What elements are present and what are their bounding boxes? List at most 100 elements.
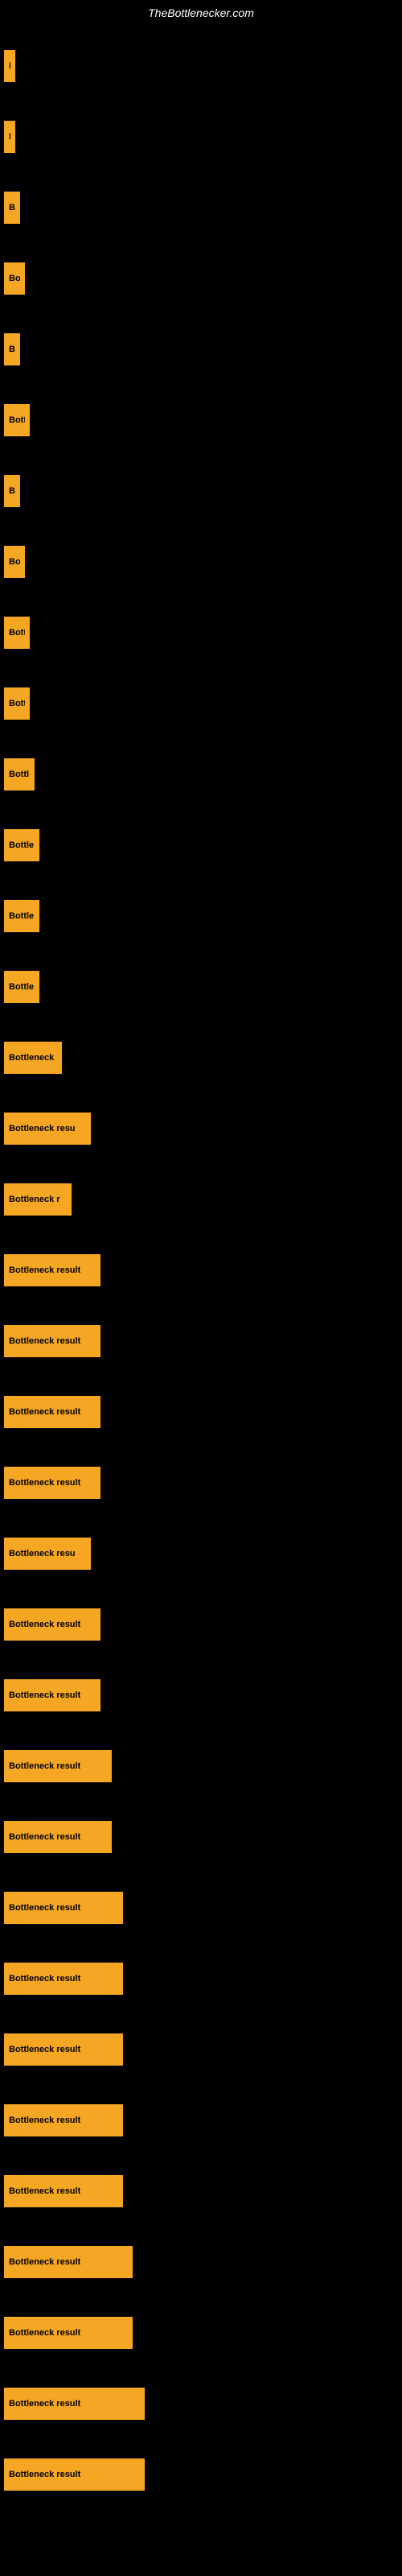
bar-label: Bottleneck result [9, 1265, 80, 1275]
bar-row: Bottleneck r [0, 1164, 402, 1235]
bar-item: Bott [4, 404, 30, 436]
bar-row: Bottleneck result [0, 2156, 402, 2227]
bar-item: Bottleneck result [4, 1396, 100, 1428]
bar-row: Bottleneck resu [0, 1093, 402, 1164]
bar-label: Bottle [9, 840, 34, 850]
bar-row: Bott [0, 385, 402, 456]
bar-label: Bot [9, 557, 20, 567]
bar-label: Bottleneck resu [9, 1124, 76, 1133]
bar-item: Bottl [4, 758, 35, 791]
bar-label: Bottleneck [9, 1053, 54, 1063]
bar-item: Bo [4, 192, 20, 224]
bar-item: Bottleneck result [4, 1254, 100, 1286]
bar-item: Bottleneck result [4, 1750, 112, 1782]
bar-label: Bottleneck resu [9, 1549, 76, 1558]
bar-label: Bottle [9, 911, 34, 921]
bar-label: Bottleneck result [9, 2470, 80, 2479]
bar-label: Bottleneck r [9, 1195, 60, 1204]
bar-row: Bottleneck result [0, 1589, 402, 1660]
bar-item: Bottleneck resu [4, 1113, 91, 1145]
bar-label: Bottleneck result [9, 2328, 80, 2338]
bar-item: Bottleneck result [4, 2317, 133, 2349]
bar-row: Bottleneck result [0, 1306, 402, 1377]
bar-item: Bottleneck result [4, 1608, 100, 1641]
bar-item: Bottleneck result [4, 2388, 145, 2420]
bar-row: Bottleneck result [0, 2227, 402, 2297]
bars-container: B B Bo Bot Bo Bott Bo Bot Bott Bott Bottl Bottle Bot… [0, 23, 402, 2510]
bar-label: Bottle [9, 982, 34, 992]
bar-row: Bo [0, 172, 402, 243]
bar-label: Bottleneck result [9, 1974, 80, 1984]
bar-item: Bo [4, 475, 20, 507]
bar-item: Bottleneck result [4, 1467, 100, 1499]
bar-item: Bottleneck result [4, 2104, 123, 2136]
bar-label: Bott [9, 415, 25, 425]
bar-row: Bottle [0, 881, 402, 952]
bar-row: Bottl [0, 739, 402, 810]
bar-row: Bottleneck result [0, 2439, 402, 2510]
bar-row: Bottleneck result [0, 2014, 402, 2085]
bar-row: Bottleneck result [0, 2085, 402, 2156]
bar-item: Bott [4, 617, 30, 649]
bar-item: Bot [4, 262, 25, 295]
bar-row: Bottleneck result [0, 1731, 402, 1802]
bar-item: Bottleneck result [4, 1892, 123, 1924]
bar-item: Bott [4, 687, 30, 720]
bar-label: Bottleneck result [9, 2257, 80, 2267]
bar-label: Bottleneck result [9, 1620, 80, 1629]
bar-row: Bottleneck [0, 1022, 402, 1093]
bar-item: Bottleneck result [4, 1963, 123, 1995]
bar-item: Bottleneck resu [4, 1538, 91, 1570]
bar-label: Bottleneck result [9, 1336, 80, 1346]
bar-row: Bot [0, 526, 402, 597]
bar-row: Bottle [0, 952, 402, 1022]
bar-item: Bottleneck result [4, 2458, 145, 2491]
bar-row: Bottleneck result [0, 1235, 402, 1306]
bar-label: Bottleneck result [9, 1478, 80, 1488]
bar-row: Bottleneck result [0, 2297, 402, 2368]
bar-label: B [9, 132, 10, 142]
bar-label: Bottleneck result [9, 1690, 80, 1700]
bar-label: Bottleneck result [9, 2186, 80, 2196]
bar-label: Bott [9, 699, 25, 708]
bar-label: Bottleneck result [9, 2116, 80, 2125]
bar-label: Bottleneck result [9, 1407, 80, 1417]
bar-item: Bottle [4, 971, 39, 1003]
bar-item: Bottle [4, 900, 39, 932]
bar-row: Bottleneck resu [0, 1518, 402, 1589]
bar-row: Bo [0, 456, 402, 526]
bar-row: Bot [0, 243, 402, 314]
bar-row: Bottleneck result [0, 1802, 402, 1872]
bar-item: Bottleneck [4, 1042, 62, 1074]
bar-row: Bott [0, 668, 402, 739]
bar-label: Bot [9, 274, 20, 283]
bar-label: Bottleneck result [9, 1761, 80, 1771]
bar-item: Bottleneck result [4, 2033, 123, 2066]
bar-row: B [0, 31, 402, 101]
bar-label: Bottleneck result [9, 1903, 80, 1913]
bar-item: Bottle [4, 829, 39, 861]
site-title: TheBottlenecker.com [0, 0, 402, 23]
bar-label: Bottleneck result [9, 1832, 80, 1842]
bar-label: Bo [9, 345, 15, 354]
bar-row: Bottleneck result [0, 1447, 402, 1518]
bar-label: Bottleneck result [9, 2045, 80, 2054]
bar-row: Bottle [0, 810, 402, 881]
bar-item: B [4, 121, 15, 153]
bar-label: Bo [9, 203, 15, 213]
bar-row: Bottleneck result [0, 2368, 402, 2439]
bar-row: Bottleneck result [0, 1660, 402, 1731]
bar-item: B [4, 50, 15, 82]
bar-label: Bo [9, 486, 15, 496]
bar-row: Bo [0, 314, 402, 385]
bar-row: Bott [0, 597, 402, 668]
bar-label: Bott [9, 628, 25, 638]
bar-item: Bottleneck result [4, 1679, 100, 1711]
bar-row: B [0, 101, 402, 172]
bar-item: Bottleneck r [4, 1183, 72, 1216]
bar-item: Bottleneck result [4, 2175, 123, 2207]
bar-item: Bo [4, 333, 20, 365]
bar-row: Bottleneck result [0, 1943, 402, 2014]
bar-label: B [9, 61, 10, 71]
bar-item: Bot [4, 546, 25, 578]
